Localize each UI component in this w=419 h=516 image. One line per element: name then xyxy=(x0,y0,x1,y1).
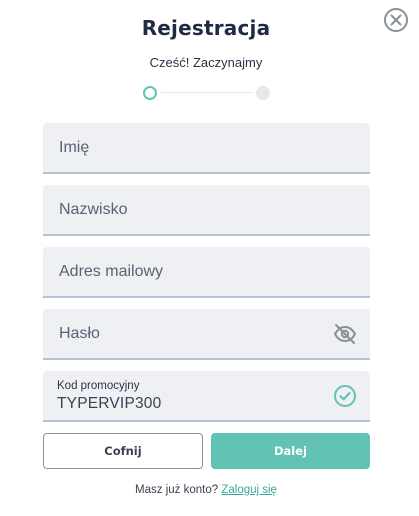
first-name-placeholder: Imię xyxy=(59,139,90,156)
back-button[interactable]: Cofnij xyxy=(43,433,203,469)
promo-code-value: TYPERVIP300 xyxy=(57,395,162,412)
login-prompt: Masz już konto? Zaloguj się xyxy=(0,484,412,496)
promo-code-field[interactable]: Kod promocyjny TYPERVIP300 xyxy=(43,371,370,422)
first-name-field[interactable]: Imię xyxy=(43,123,370,174)
check-circle-icon xyxy=(333,384,357,408)
page-title: Rejestracja xyxy=(141,16,271,40)
login-link[interactable]: Zaloguj się xyxy=(221,484,277,496)
email-field[interactable]: Adres mailowy xyxy=(43,247,370,298)
page-subtitle: Cześć! Zaczynajmy xyxy=(149,55,263,70)
login-prompt-text: Masz już konto? xyxy=(135,484,219,496)
promo-code-label: Kod promocyjny xyxy=(57,380,140,392)
step-connector xyxy=(161,92,252,93)
step-2-dot xyxy=(256,86,270,100)
last-name-placeholder: Nazwisko xyxy=(59,201,128,218)
step-1-dot xyxy=(143,86,157,100)
email-placeholder: Adres mailowy xyxy=(59,263,164,280)
password-placeholder: Hasło xyxy=(59,325,100,342)
eye-off-icon[interactable] xyxy=(333,322,357,346)
last-name-field[interactable]: Nazwisko xyxy=(43,185,370,236)
next-button[interactable]: Dalej xyxy=(211,433,370,469)
step-indicator xyxy=(143,86,270,100)
password-field[interactable]: Hasło xyxy=(43,309,370,360)
